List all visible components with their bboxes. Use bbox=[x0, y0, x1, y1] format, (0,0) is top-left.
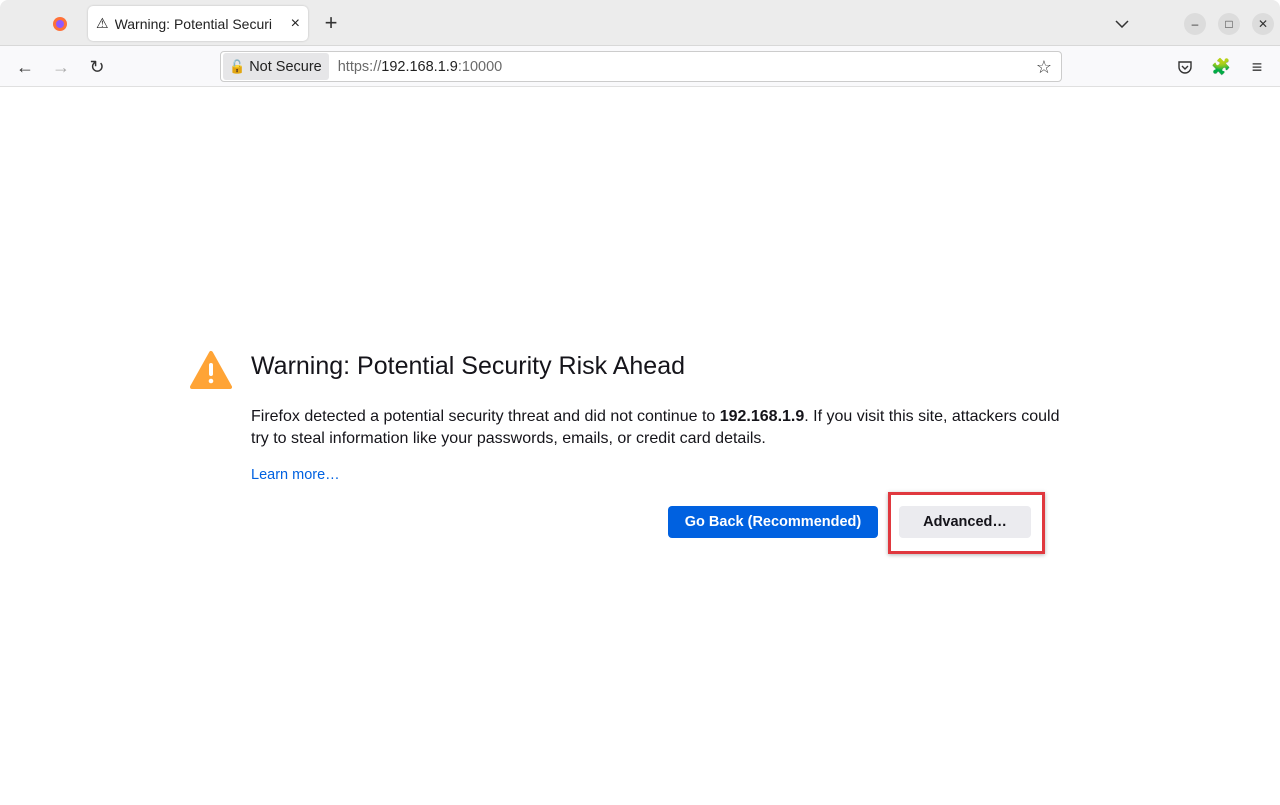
tab-close-icon[interactable]: × bbox=[291, 15, 300, 33]
reload-button[interactable]: ↻ bbox=[86, 56, 108, 78]
not-secure-label: Not Secure bbox=[249, 58, 322, 75]
url-scheme: https:// bbox=[337, 58, 382, 75]
warning-tab-icon: ⚠ bbox=[96, 15, 109, 31]
go-back-button[interactable]: Go Back (Recommended) bbox=[668, 506, 878, 538]
back-button[interactable]: ← bbox=[14, 56, 36, 78]
bookmark-star-icon[interactable]: ☆ bbox=[1033, 56, 1055, 78]
error-description: Firefox detected a potential security th… bbox=[251, 408, 1060, 447]
warning-icon bbox=[190, 350, 232, 390]
firefox-logo-icon[interactable] bbox=[50, 14, 70, 34]
security-indicator[interactable]: 🔓 Not Secure bbox=[223, 53, 329, 80]
tab-title: Warning: Potential Securi bbox=[114, 15, 273, 32]
forward-button[interactable]: → bbox=[50, 56, 72, 78]
new-tab-button[interactable]: + bbox=[320, 10, 342, 35]
close-window-button[interactable]: ✕ bbox=[1252, 13, 1274, 35]
extensions-puzzle-icon[interactable]: 🧩 bbox=[1210, 56, 1232, 78]
tab-bar: ⚠ Warning: Potential Securi × + – □ ✕ bbox=[0, 0, 1280, 46]
url-text[interactable]: https://192.168.1.9:10000 bbox=[338, 59, 503, 75]
pocket-icon[interactable] bbox=[1174, 56, 1196, 78]
highlight-box bbox=[888, 492, 1045, 554]
maximize-button[interactable]: □ bbox=[1218, 13, 1240, 35]
url-host: 192.168.1.9 bbox=[381, 58, 458, 75]
menu-hamburger-icon[interactable]: ≡ bbox=[1246, 56, 1268, 78]
url-port: :10000 bbox=[457, 58, 503, 75]
tab-active[interactable]: ⚠ Warning: Potential Securi × bbox=[88, 6, 308, 41]
broken-lock-icon: 🔓 bbox=[229, 58, 246, 74]
page-title: Warning: Potential Security Risk Ahead bbox=[251, 352, 686, 380]
learn-more-link[interactable]: Learn more… bbox=[251, 467, 340, 483]
list-all-tabs-chevron-down-icon[interactable] bbox=[1112, 14, 1132, 34]
url-bar[interactable]: 🔓 Not Secure https://192.168.1.9:10000 ☆ bbox=[220, 51, 1062, 82]
minimize-button[interactable]: – bbox=[1184, 13, 1206, 35]
